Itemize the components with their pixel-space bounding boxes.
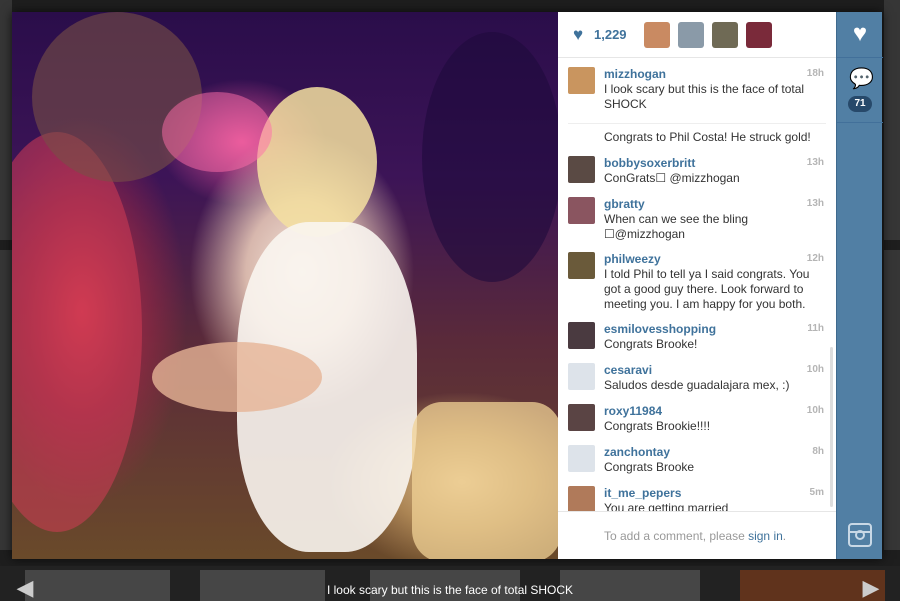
photo-modal: ♥ 1,229 mizzhogan 18h I look scary but t…	[12, 12, 883, 559]
background-thumbnail	[0, 250, 12, 550]
comment-username[interactable]: roxy11984	[604, 404, 662, 418]
comment-time: 11h	[807, 323, 824, 334]
comment-time: 12h	[806, 253, 824, 264]
comment-item: esmilovesshopping 11h Congrats Brooke!	[568, 322, 826, 352]
avatar[interactable]	[568, 445, 595, 472]
comment-list[interactable]: mizzhogan 18h I look scary but this is t…	[558, 59, 836, 511]
comment-time: 10h	[806, 364, 824, 375]
photo-blob	[162, 92, 272, 172]
heart-icon: ♥	[573, 25, 584, 44]
comment-time: 5m	[809, 487, 824, 498]
comment-username[interactable]: philweezy	[604, 252, 661, 266]
divider	[837, 57, 883, 58]
photo-viewer-page: ♥ 1,229 mizzhogan 18h I look scary but t…	[0, 0, 900, 601]
like-count: 1,229	[594, 27, 627, 42]
comment-item: zanchontay 8h Congrats Brooke	[568, 445, 826, 475]
comment-time: 8h	[812, 446, 824, 457]
comment-prompt-suffix: .	[782, 529, 787, 543]
comment-item: Congrats to Phil Costa! He struck gold!	[568, 130, 826, 144]
avatar[interactable]	[568, 67, 595, 94]
photo-blob	[257, 87, 377, 237]
photo-blob	[152, 342, 322, 412]
comment-item: gbratty 13h When can we see the bling ☐@…	[568, 197, 826, 242]
arrow-right-icon[interactable]: ▶	[860, 577, 882, 599]
liker-avatar[interactable]	[746, 22, 772, 48]
comment-username[interactable]: esmilovesshopping	[604, 322, 716, 336]
comment-time: 13h	[806, 157, 824, 168]
comment-time: 18h	[806, 68, 824, 79]
photo-blob	[412, 402, 558, 559]
comment-item: roxy11984 10h Congrats Brookie!!!!	[568, 404, 826, 434]
comment-username[interactable]: cesaravi	[604, 363, 652, 377]
avatar[interactable]	[568, 486, 595, 511]
comment-time: 13h	[806, 198, 824, 209]
divider	[837, 122, 883, 123]
action-rail: ♥ 💬 71	[836, 12, 883, 559]
comment-username[interactable]: bobbysoxerbritt	[604, 156, 695, 170]
sign-in-link[interactable]: sign in	[748, 529, 783, 543]
instagram-logo-icon[interactable]	[848, 523, 872, 547]
comment-prompt: To add a comment, please sign in.	[604, 529, 786, 543]
comment-item: bobbysoxerbritt 13h ConGrats☐ @mizzhogan	[568, 156, 826, 186]
logo-lens	[855, 530, 865, 540]
comment-text: I look scary but this is the face of tot…	[604, 82, 805, 111]
avatar[interactable]	[568, 252, 595, 279]
photo-caption: I look scary but this is the face of tot…	[326, 583, 574, 597]
background-thumbnail	[884, 0, 900, 240]
heart-icon[interactable]: ♥	[848, 22, 872, 46]
comment-item: it_me_pepers 5m You are getting married	[568, 486, 826, 511]
liker-avatar[interactable]	[644, 22, 670, 48]
comment-item: cesaravi 10h Saludos desde guadalajara m…	[568, 363, 826, 393]
avatar[interactable]	[568, 363, 595, 390]
comment-item: mizzhogan 18h I look scary but this is t…	[568, 67, 826, 111]
comment-time: 10h	[806, 405, 824, 416]
photo-blob	[12, 132, 142, 532]
photo-blob	[422, 32, 558, 282]
comment-bubble-icon[interactable]: 💬	[849, 68, 874, 90]
likes-bar: ♥ 1,229	[558, 12, 836, 58]
liker-avatar[interactable]	[712, 22, 738, 48]
avatar[interactable]	[568, 156, 595, 183]
comment-item: philweezy 12h I told Phil to tell ya I s…	[568, 252, 826, 312]
comment-username[interactable]: zanchontay	[604, 445, 670, 459]
comment-username[interactable]: gbratty	[604, 197, 645, 211]
avatar[interactable]	[568, 197, 595, 224]
comment-text: Congrats Brookie!!!!	[604, 419, 711, 433]
comment-text: Congrats Brooke!	[604, 337, 698, 351]
comment-text: I told Phil to tell ya I said congrats. …	[604, 267, 810, 311]
liker-avatar[interactable]	[678, 22, 704, 48]
comment-text: Congrats Brooke	[604, 460, 695, 474]
main-photo[interactable]	[12, 12, 558, 559]
arrow-left-icon[interactable]: ◀	[14, 577, 36, 599]
comments-scrollbar[interactable]	[830, 347, 833, 507]
comments-panel: ♥ 1,229 mizzhogan 18h I look scary but t…	[558, 12, 836, 559]
comment-text: You are getting married	[604, 501, 729, 511]
comment-username[interactable]: it_me_pepers	[604, 486, 681, 500]
comment-text: When can we see the bling ☐@mizzhogan	[604, 212, 749, 241]
avatar[interactable]	[568, 404, 595, 431]
comment-prompt-text: To add a comment, please	[604, 529, 745, 543]
comment-text: Congrats to Phil Costa! He struck gold!	[604, 130, 811, 144]
divider	[568, 123, 826, 124]
add-comment-area: To add a comment, please sign in.	[558, 511, 836, 559]
comment-username[interactable]: mizzhogan	[604, 67, 666, 81]
comment-count-badge: 71	[848, 96, 872, 112]
background-thumbnail	[884, 250, 900, 550]
comment-text: ConGrats☐ @mizzhogan	[604, 171, 740, 185]
avatar[interactable]	[568, 322, 595, 349]
comment-text: Saludos desde guadalajara mex, :)	[604, 378, 790, 392]
background-thumbnail	[0, 0, 12, 240]
